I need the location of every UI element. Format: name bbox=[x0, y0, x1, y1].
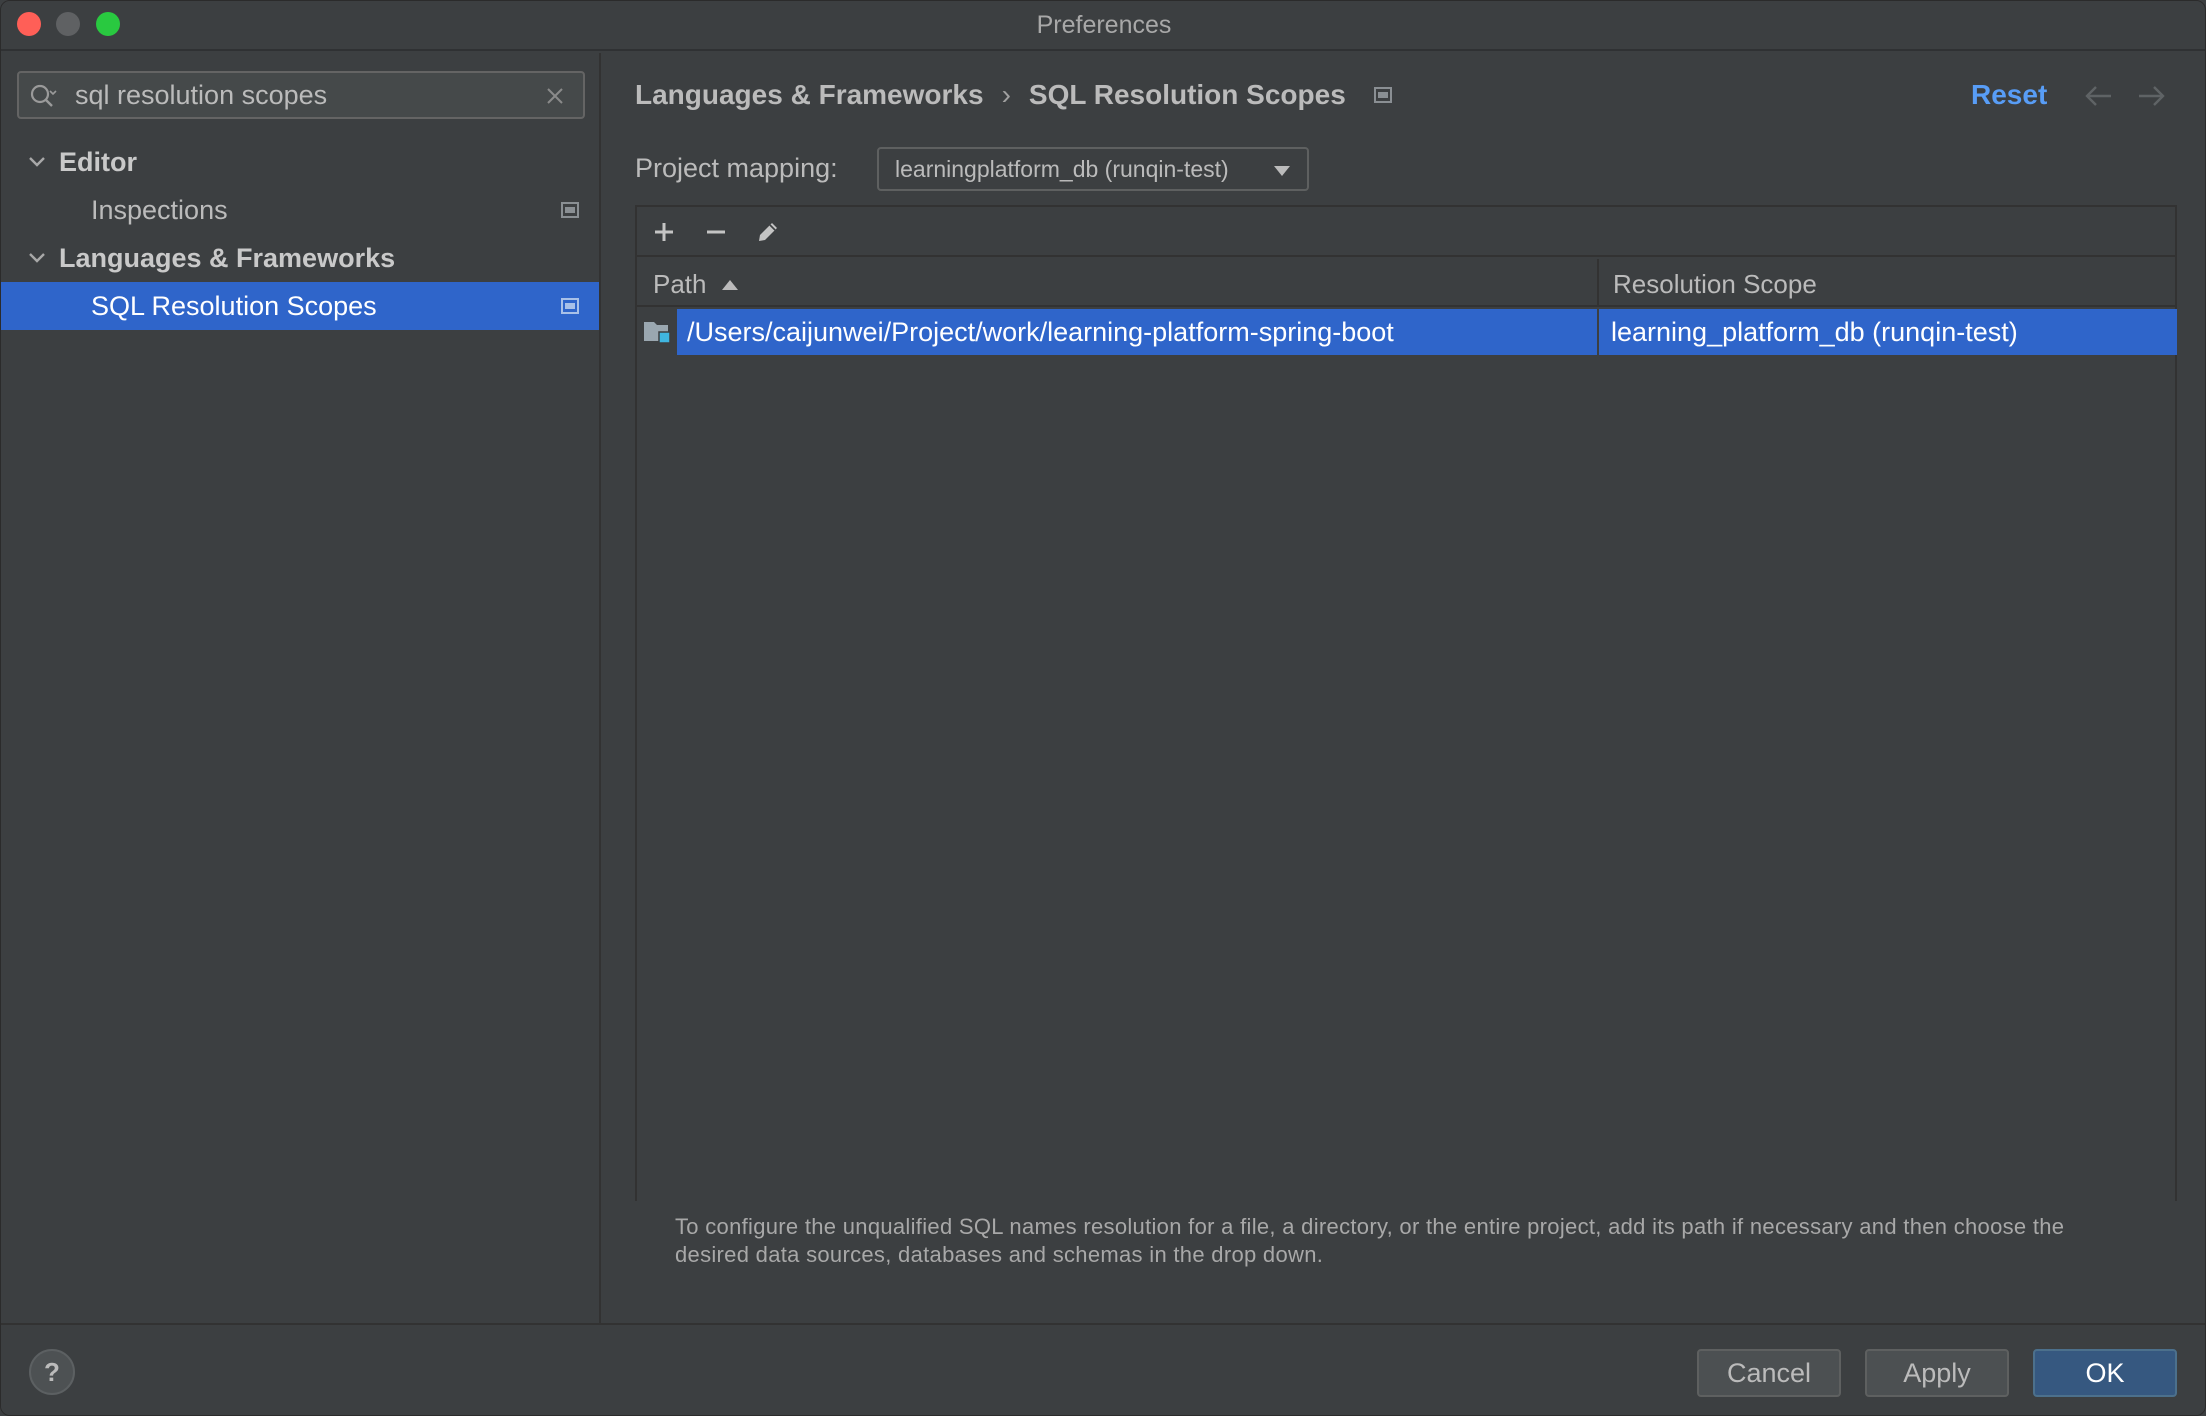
table-row[interactable]: /Users/caijunwei/Project/work/learning-p… bbox=[637, 309, 2177, 355]
column-header-resolution-scope[interactable]: Resolution Scope bbox=[1613, 269, 1817, 300]
cancel-button[interactable]: Cancel bbox=[1697, 1349, 1841, 1397]
project-mapping-dropdown[interactable]: learningplatform_db (runqin-test) bbox=[877, 147, 1309, 191]
sort-ascending-icon bbox=[721, 279, 738, 290]
settings-tree: Editor Inspections Languages & Framework… bbox=[1, 138, 599, 330]
tree-item-editor[interactable]: Editor bbox=[1, 138, 599, 186]
resolution-scopes-table-panel: Path Resolution Scope /Users/caijunwei/P… bbox=[635, 205, 2177, 1201]
settings-search-input[interactable] bbox=[75, 79, 535, 111]
project-mapping-label: Project mapping: bbox=[635, 153, 838, 183]
search-icon[interactable] bbox=[29, 83, 57, 111]
reset-link[interactable]: Reset bbox=[1971, 79, 2047, 111]
table-header: Path Resolution Scope bbox=[637, 259, 2175, 307]
column-divider[interactable] bbox=[1597, 259, 1599, 307]
tree-item-languages-frameworks[interactable]: Languages & Frameworks bbox=[1, 234, 599, 282]
forward-arrow-icon[interactable] bbox=[2137, 83, 2167, 109]
tree-item-inspections[interactable]: Inspections bbox=[1, 186, 599, 234]
add-icon[interactable] bbox=[651, 219, 677, 245]
clear-search-icon[interactable] bbox=[543, 84, 567, 108]
column-header-label: Path bbox=[653, 269, 707, 299]
settings-search-box[interactable] bbox=[17, 71, 585, 119]
project-level-icon bbox=[1373, 87, 1392, 103]
tree-item-label: Inspections bbox=[91, 194, 228, 225]
settings-sidebar: Editor Inspections Languages & Framework… bbox=[1, 53, 601, 1323]
breadcrumb: Languages & Frameworks › SQL Resolution … bbox=[635, 79, 1392, 111]
ok-button[interactable]: OK bbox=[2033, 1349, 2177, 1397]
folder-icon bbox=[644, 322, 671, 344]
resolution-scopes-table: Path Resolution Scope /Users/caijunwei/P… bbox=[637, 259, 2177, 1201]
edit-pencil-icon[interactable] bbox=[755, 219, 781, 245]
tree-item-label: Languages & Frameworks bbox=[59, 242, 396, 273]
breadcrumb-separator: › bbox=[1001, 79, 1011, 110]
preferences-window: Preferences Editor Inspections bbox=[0, 0, 2206, 1416]
title-bar: Preferences bbox=[1, 1, 2205, 51]
help-button[interactable]: ? bbox=[29, 1349, 75, 1395]
dialog-footer: ? Cancel Apply OK bbox=[1, 1323, 2205, 1415]
tree-item-label: SQL Resolution Scopes bbox=[91, 290, 377, 321]
tree-item-label: Editor bbox=[59, 146, 137, 177]
row-path-cell[interactable]: /Users/caijunwei/Project/work/learning-p… bbox=[677, 309, 1597, 355]
chevron-down-icon[interactable] bbox=[27, 248, 47, 268]
project-level-icon bbox=[561, 202, 579, 218]
column-header-path[interactable]: Path bbox=[653, 269, 739, 300]
table-toolbar bbox=[637, 207, 2175, 257]
settings-content: Languages & Frameworks › SQL Resolution … bbox=[603, 53, 2205, 1323]
breadcrumb-current: SQL Resolution Scopes bbox=[1028, 79, 1346, 110]
dropdown-arrow-icon bbox=[1274, 166, 1290, 176]
apply-button[interactable]: Apply bbox=[1865, 1349, 2009, 1397]
tree-item-sql-resolution-scopes[interactable]: SQL Resolution Scopes bbox=[1, 282, 599, 330]
row-resolution-scope-cell[interactable]: learning_platform_db (runqin-test) bbox=[1599, 309, 2177, 355]
project-level-icon bbox=[561, 298, 579, 314]
project-mapping-value: learningplatform_db (runqin-test) bbox=[895, 155, 1229, 182]
help-description: To configure the unqualified SQL names r… bbox=[675, 1214, 2065, 1267]
remove-icon[interactable] bbox=[703, 219, 729, 245]
window-title: Preferences bbox=[1036, 11, 1172, 39]
back-arrow-icon[interactable] bbox=[2083, 83, 2113, 109]
breadcrumb-parent[interactable]: Languages & Frameworks bbox=[635, 79, 984, 111]
chevron-down-icon[interactable] bbox=[27, 152, 47, 172]
